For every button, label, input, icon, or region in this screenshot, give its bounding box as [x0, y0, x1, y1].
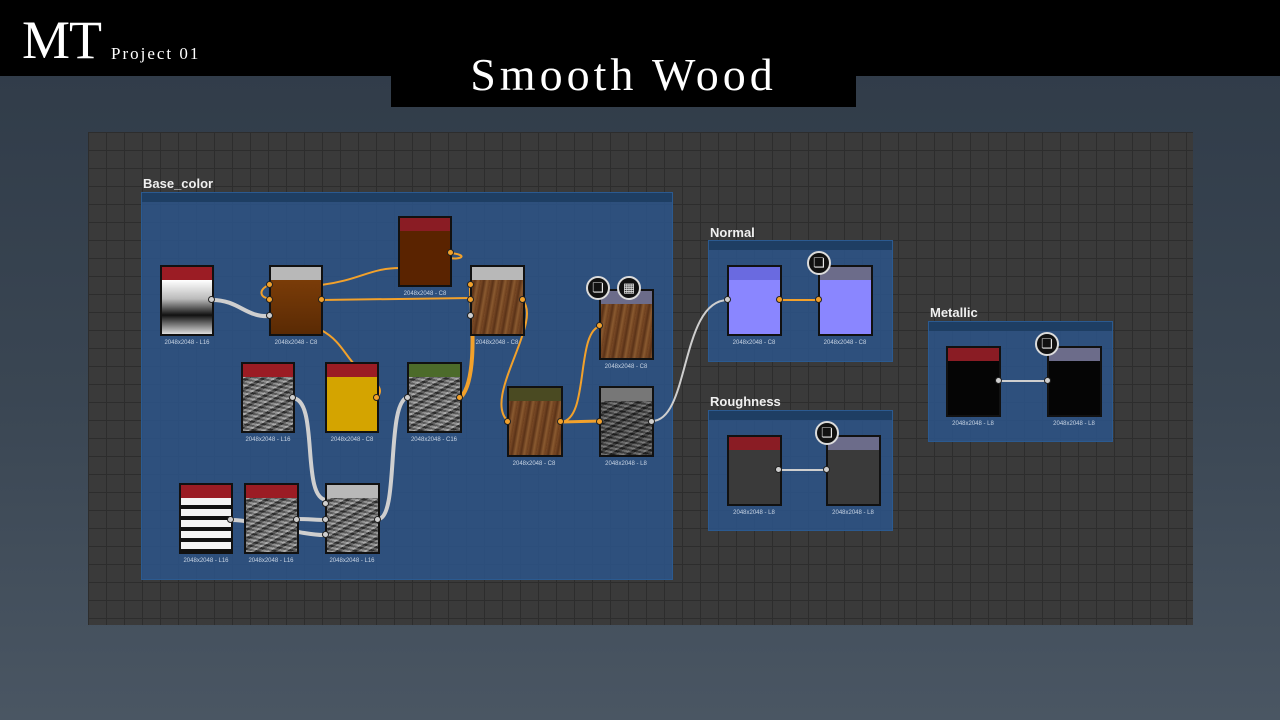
- frame-label-base-color: Base_color: [143, 176, 214, 191]
- node-caption: 2048x2048 - C8: [512, 461, 556, 467]
- frame-label-normal: Normal: [710, 225, 755, 240]
- input-port[interactable]: [322, 531, 329, 538]
- node-yellow-color[interactable]: [325, 362, 379, 433]
- node-caption: 2048x2048 - C8: [274, 340, 318, 346]
- input-port[interactable]: [266, 312, 273, 319]
- output-port[interactable]: [519, 296, 526, 303]
- frame-label-metallic: Metallic: [930, 305, 978, 320]
- node-caption: 2048x2048 - L16: [164, 340, 210, 346]
- input-port[interactable]: [322, 500, 329, 507]
- cube-icon[interactable]: ❏: [1035, 332, 1059, 356]
- node-caption: 2048x2048 - L8: [952, 421, 994, 427]
- input-port[interactable]: [266, 281, 273, 288]
- node-caption: 2048x2048 - L8: [733, 510, 775, 516]
- output-port[interactable]: [775, 466, 782, 473]
- node-caption: 2048x2048 - C8: [330, 437, 374, 443]
- checker-icon[interactable]: ▦: [617, 276, 641, 300]
- output-port[interactable]: [776, 296, 783, 303]
- project-label: Project 01: [111, 44, 201, 63]
- node-wood-blend[interactable]: [470, 265, 525, 336]
- node-caption: 2048x2048 - C16: [410, 437, 458, 443]
- node-caption: 2048x2048 - C8: [732, 340, 776, 346]
- node-uniform-color[interactable]: [398, 216, 452, 287]
- output-port[interactable]: [456, 394, 463, 401]
- node-roughness-value[interactable]: [727, 435, 782, 506]
- input-port[interactable]: [823, 466, 830, 473]
- node-normal-map[interactable]: [727, 265, 782, 336]
- output-port[interactable]: [318, 296, 325, 303]
- node-gradient[interactable]: [160, 265, 214, 336]
- input-port[interactable]: [467, 281, 474, 288]
- output-port[interactable]: [374, 516, 381, 523]
- output-port[interactable]: [227, 516, 234, 523]
- output-port[interactable]: [447, 249, 454, 256]
- output-port[interactable]: [995, 377, 1002, 384]
- node-caption: 2048x2048 - L16: [248, 558, 294, 564]
- page-title: Smooth Wood: [470, 49, 777, 100]
- node-caption: 2048x2048 - L8: [832, 510, 874, 516]
- input-port[interactable]: [404, 394, 411, 401]
- input-port[interactable]: [467, 296, 474, 303]
- node-grayscale[interactable]: [599, 386, 654, 457]
- input-port[interactable]: [815, 296, 822, 303]
- node-caption: 2048x2048 - C8: [475, 340, 519, 346]
- output-port[interactable]: [648, 418, 655, 425]
- frame-label-roughness: Roughness: [710, 394, 781, 409]
- input-port[interactable]: [504, 418, 511, 425]
- node-wood-color[interactable]: [269, 265, 323, 336]
- node-caption: 2048x2048 - L8: [1053, 421, 1095, 427]
- node-caption: 2048x2048 - C8: [403, 291, 447, 297]
- cube-icon[interactable]: ❏: [807, 251, 831, 275]
- input-port[interactable]: [1044, 377, 1051, 384]
- node-roughness-output[interactable]: [826, 435, 881, 506]
- input-port[interactable]: [724, 296, 731, 303]
- node-caption: 2048x2048 - L16: [183, 558, 229, 564]
- output-port[interactable]: [293, 516, 300, 523]
- logo: MT: [22, 10, 102, 70]
- cube-icon[interactable]: ❏: [815, 421, 839, 445]
- node-caption: 2048x2048 - L16: [329, 558, 375, 564]
- node-normal-output[interactable]: [818, 265, 873, 336]
- node-metallic-output[interactable]: [1047, 346, 1102, 417]
- node-noise-2[interactable]: [244, 483, 299, 554]
- node-noise-blend[interactable]: [325, 483, 380, 554]
- output-port[interactable]: [373, 394, 380, 401]
- input-port[interactable]: [596, 418, 603, 425]
- cube-icon[interactable]: ❏: [586, 276, 610, 300]
- output-port[interactable]: [289, 394, 296, 401]
- node-caption: 2048x2048 - C8: [823, 340, 867, 346]
- node-caption: 2048x2048 - L8: [605, 461, 647, 467]
- node-stripes[interactable]: [179, 483, 233, 554]
- input-port[interactable]: [266, 296, 273, 303]
- output-port[interactable]: [557, 418, 564, 425]
- input-port[interactable]: [322, 516, 329, 523]
- input-port[interactable]: [467, 312, 474, 319]
- output-port[interactable]: [208, 296, 215, 303]
- node-caption: 2048x2048 - C8: [604, 364, 648, 370]
- node-wood-dark[interactable]: [507, 386, 563, 457]
- node-noise-c16[interactable]: [407, 362, 462, 433]
- node-caption: 2048x2048 - L16: [245, 437, 291, 443]
- node-metallic-value[interactable]: [946, 346, 1001, 417]
- node-noise-1[interactable]: [241, 362, 295, 433]
- input-port[interactable]: [596, 322, 603, 329]
